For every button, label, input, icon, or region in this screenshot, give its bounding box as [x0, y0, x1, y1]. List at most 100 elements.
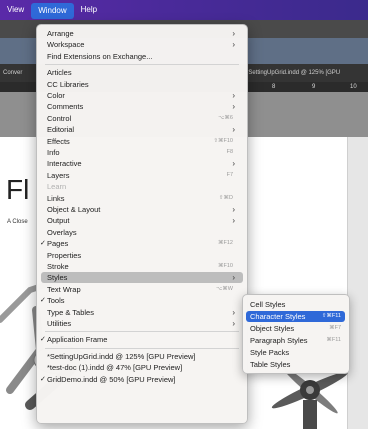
menu-item-label: Links — [47, 193, 65, 203]
submenu-item-character-styles[interactable]: Character Styles ⇧⌘F11 — [246, 311, 345, 322]
menu-item-styles[interactable]: Styles › — [41, 272, 243, 284]
menu-item-label: Control — [47, 113, 72, 123]
menu-item-label: Text Wrap — [47, 284, 81, 294]
menu-item-label: Find Extensions on Exchange... — [47, 51, 153, 61]
menu-item-shortcut: F8 — [226, 149, 233, 155]
menu-item-label: Color — [47, 91, 65, 100]
menu-item-links[interactable]: Links ⇧⌘D — [41, 193, 243, 204]
menu-item-label: Type & Tables — [47, 307, 94, 317]
chevron-right-icon: › — [232, 29, 235, 38]
menu-item-label: Arrange — [47, 29, 74, 38]
page-subheading: A Close — [7, 219, 28, 225]
submenu-item-style-packs[interactable]: Style Packs — [246, 347, 345, 358]
chevron-right-icon: › — [232, 40, 235, 50]
menu-item-shortcut: ⌘F10 — [218, 263, 233, 269]
menu-item-settingupgrid-indd-125-gpu-preview[interactable]: *SettingUpGrid.indd @ 125% [GPU Preview] — [41, 351, 243, 362]
chevron-right-icon: › — [232, 273, 235, 283]
submenu-item-paragraph-styles[interactable]: Paragraph Styles ⌘F11 — [246, 335, 345, 346]
styles-submenu: Cell Styles Character Styles ⇧⌘F11 Object S… — [242, 294, 350, 374]
submenu-item-cell-styles[interactable]: Cell Styles — [246, 299, 345, 310]
menu-item-arrange[interactable]: Arrange › — [41, 28, 243, 39]
menu-item-info[interactable]: Info F8 — [41, 147, 243, 158]
menu-item-control[interactable]: Control ⌥⌘6 — [41, 113, 243, 124]
menu-item-label: Utilities — [47, 319, 72, 328]
chevron-right-icon: › — [232, 205, 235, 214]
menu-item-object-layout[interactable]: Object & Layout › — [41, 204, 243, 215]
menubar-item-help[interactable]: Help — [74, 0, 104, 20]
submenu-item-shortcut: ⇧⌘F11 — [321, 313, 341, 319]
menu-item-test-doc-1-indd-47-gpu-preview[interactable]: *test-doc (1).indd @ 47% [GPU Preview] — [41, 362, 243, 373]
menu-item-text-wrap[interactable]: Text Wrap ⌥⌘W — [41, 284, 243, 295]
chevron-right-icon: › — [232, 102, 235, 112]
menu-item-articles[interactable]: Articles — [41, 67, 243, 78]
submenu-item-shortcut: ⌘F11 — [326, 337, 341, 343]
submenu-item-label: Paragraph Styles — [250, 336, 308, 345]
menu-item-griddemo-indd-50-gpu-preview[interactable]: ✓ GridDemo.indd @ 50% [GPU Preview] — [40, 374, 243, 385]
menubar-item-window[interactable]: Window — [31, 3, 74, 19]
menu-item-label: Overlays — [47, 227, 77, 237]
menu-item-label: *SettingUpGrid.indd @ 125% [GPU Preview] — [47, 351, 196, 361]
menu-item-label: Effects — [47, 136, 70, 146]
menu-item-type-tables[interactable]: Type & Tables › — [41, 307, 243, 318]
menu-item-utilities[interactable]: Utilities › — [41, 318, 243, 329]
menu-item-label: Properties — [47, 250, 82, 260]
chevron-right-icon: › — [232, 125, 235, 135]
ruler-tick-label: 8 — [272, 84, 276, 90]
menu-item-shortcut: ⌘F12 — [218, 240, 233, 247]
menu-item-effects[interactable]: Effects ⇧⌘F10 — [41, 136, 243, 147]
doc-tab-left[interactable]: Conver — [3, 64, 22, 82]
menu-item-editorial[interactable]: Editorial › — [41, 124, 243, 135]
menu-separator — [45, 64, 239, 66]
checkmark-icon: ✓ — [40, 375, 46, 383]
submenu-item-shortcut: ⌘F7 — [329, 325, 341, 331]
menu-item-pages[interactable]: ✓ Pages ⌘F12 — [40, 238, 243, 249]
menu-item-layers[interactable]: Layers F7 — [41, 170, 243, 181]
window-menu: Arrange › Workspace › Find Extensions on Exc… — [36, 24, 248, 424]
menu-item-output[interactable]: Output › — [41, 215, 243, 226]
menu-item-label: Application Frame — [47, 335, 108, 345]
checkmark-icon: ✓ — [40, 240, 46, 248]
submenu-item-label: Object Styles — [250, 324, 295, 333]
menu-item-interactive[interactable]: Interactive › — [41, 158, 243, 169]
doc-tab-active[interactable]: *SettingUpGrid.indd @ 125% [GPU — [246, 64, 340, 82]
chevron-right-icon: › — [232, 307, 235, 317]
submenu-item-table-styles[interactable]: Table Styles — [246, 359, 345, 370]
chevron-right-icon: › — [232, 91, 235, 100]
menu-item-label: CC Libraries — [47, 79, 89, 89]
menubar-item-view[interactable]: View — [0, 0, 31, 20]
menu-item-label: Editorial — [47, 125, 75, 135]
menu-item-label: *test-doc (1).indd @ 47% [GPU Preview] — [47, 363, 183, 373]
checkmark-icon: ✓ — [40, 336, 46, 344]
chevron-right-icon: › — [232, 216, 235, 226]
submenu-item-label: Style Packs — [250, 348, 290, 357]
menu-item-label: Object & Layout — [47, 205, 101, 214]
menu-item-label: Styles — [47, 273, 68, 283]
menu-item-label: Interactive — [47, 159, 82, 169]
menu-item-workspace[interactable]: Workspace › — [41, 39, 243, 50]
menu-item-overlays[interactable]: Overlays — [41, 227, 243, 238]
menu-item-application-frame[interactable]: ✓ Application Frame — [40, 334, 243, 345]
menu-item-find-extensions-on-exchange[interactable]: Find Extensions on Exchange... — [41, 51, 243, 62]
menu-item-properties[interactable]: Properties — [41, 250, 243, 261]
submenu-item-label: Table Styles — [250, 360, 291, 369]
menubar: View Window Help — [0, 0, 368, 20]
menu-separator — [45, 331, 239, 333]
menu-item-label: Workspace — [47, 40, 85, 50]
ruler-tick-label: 9 — [312, 84, 316, 90]
page-heading: Fl — [6, 174, 30, 205]
menu-item-label: Learn — [47, 182, 67, 192]
menu-item-label: Comments — [47, 102, 84, 112]
chevron-right-icon: › — [232, 319, 235, 328]
menu-separator — [45, 347, 239, 349]
submenu-item-object-styles[interactable]: Object Styles ⌘F7 — [246, 323, 345, 334]
menu-item-comments[interactable]: Comments › — [41, 101, 243, 112]
menu-item-label: Pages — [47, 239, 69, 249]
menu-item-tools[interactable]: ✓ Tools — [40, 295, 243, 306]
menu-item-label: Tools — [47, 296, 65, 306]
menu-item-cc-libraries[interactable]: CC Libraries — [41, 79, 243, 90]
menu-item-shortcut: ⇧⌘F10 — [213, 137, 233, 144]
menu-item-stroke[interactable]: Stroke ⌘F10 — [41, 261, 243, 272]
menu-item-label: GridDemo.indd @ 50% [GPU Preview] — [47, 374, 176, 384]
menu-item-color[interactable]: Color › — [41, 90, 243, 101]
menu-item-label: Layers — [47, 170, 70, 180]
